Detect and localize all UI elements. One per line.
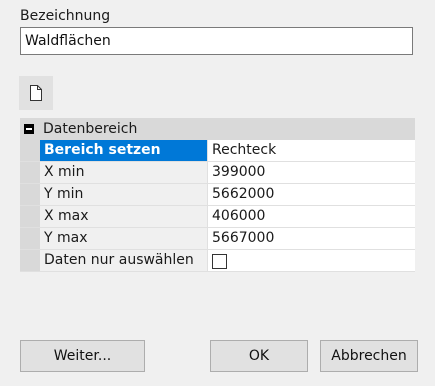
blank-document-icon [30,85,42,101]
property-value[interactable]: 399000 [208,162,415,183]
weiter-button[interactable]: Weiter... [20,340,145,372]
property-value[interactable]: 5667000 [208,228,415,249]
property-name[interactable]: X max [40,206,208,227]
category-datenbereich[interactable]: Datenbereich [20,118,415,140]
property-row-y-max[interactable]: Y max 5667000 [20,228,415,250]
property-row-x-min[interactable]: X min 399000 [20,162,415,184]
property-name[interactable]: Y max [40,228,208,249]
select-only-checkbox[interactable] [212,254,227,269]
property-name[interactable]: Y min [40,184,208,205]
property-grid: Datenbereich Bereich setzen Rechteck X m… [20,118,415,272]
collapse-icon[interactable] [24,124,34,134]
property-row-x-max[interactable]: X max 406000 [20,206,415,228]
property-value[interactable]: Rechteck [208,140,415,161]
name-label: Bezeichnung [20,8,111,24]
property-row-daten-nur-auswaehlen[interactable]: Daten nur auswählen [20,250,415,272]
property-value[interactable]: 406000 [208,206,415,227]
property-name[interactable]: Bereich setzen [40,140,208,161]
property-name[interactable]: X min [40,162,208,183]
ok-button[interactable]: OK [210,340,308,372]
cancel-button[interactable]: Abbrechen [320,340,418,372]
property-value[interactable]: 5662000 [208,184,415,205]
property-value[interactable] [208,250,415,271]
property-name[interactable]: Daten nur auswählen [40,250,208,271]
new-document-button[interactable] [19,76,53,110]
property-row-bereich-setzen[interactable]: Bereich setzen Rechteck [20,140,415,162]
property-row-y-min[interactable]: Y min 5662000 [20,184,415,206]
name-input[interactable] [20,27,413,55]
category-title: Datenbereich [43,121,138,137]
